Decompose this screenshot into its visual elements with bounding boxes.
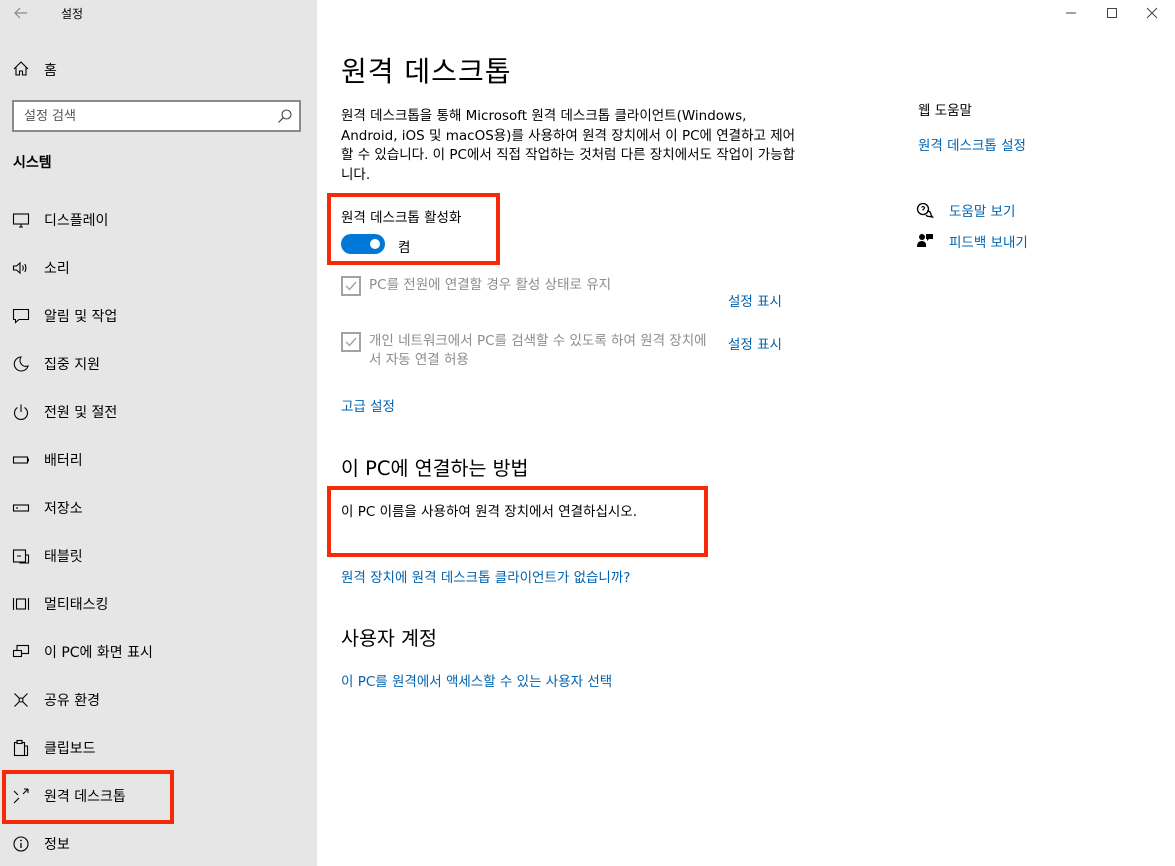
info-icon: [13, 836, 29, 852]
sidebar-item-focus-assist[interactable]: 집중 지원: [0, 344, 317, 384]
power-icon: [13, 404, 29, 421]
search-box[interactable]: [12, 100, 301, 132]
title-bar: 설정: [0, 0, 317, 26]
checkbox-label: PC를 전원에 연결할 경우 활성 상태로 유지: [369, 277, 612, 293]
focus-assist-icon: [13, 356, 29, 372]
sidebar-item-label: 저장소: [44, 501, 83, 517]
sidebar-item-display[interactable]: 디스플레이: [0, 200, 317, 240]
highlight-box-connect: [327, 486, 708, 557]
tablet-icon: [12, 549, 30, 564]
user-accounts-heading: 사용자 계정: [341, 627, 437, 650]
back-button[interactable]: [8, 2, 34, 24]
client-missing-link[interactable]: 원격 장치에 원격 데스크톱 클라이언트가 없습니까?: [341, 566, 630, 586]
back-arrow-icon: [14, 7, 27, 19]
checkmark-icon: [345, 281, 357, 291]
battery-icon: [12, 456, 29, 464]
sidebar-item-label: 멀티태스킹: [44, 597, 109, 613]
storage-icon: [12, 504, 30, 512]
sidebar-item-about[interactable]: 정보: [0, 824, 317, 864]
sidebar-item-power[interactable]: 전원 및 절전: [0, 392, 317, 432]
close-icon: [1146, 7, 1158, 19]
home-icon: [13, 61, 29, 76]
sidebar-item-label: 소리: [44, 261, 70, 277]
maximize-icon: [1107, 8, 1117, 18]
sidebar-item-battery[interactable]: 배터리: [0, 440, 317, 480]
sidebar-item-label: 전원 및 절전: [44, 405, 118, 421]
keep-awake-checkbox[interactable]: [341, 276, 361, 296]
multitasking-icon: [12, 598, 30, 610]
checkbox-label: 개인 네트워크에서 PC를 검색할 수 있도록 하여 원격 장치에서 자동 연결…: [369, 333, 707, 368]
sidebar-item-label: 공유 환경: [44, 693, 100, 709]
web-help-link[interactable]: 원격 데스크톱 설정: [918, 134, 1026, 154]
sidebar-item-label: 이 PC에 화면 표시: [44, 645, 153, 661]
sidebar-item-notifications[interactable]: 알림 및 작업: [0, 296, 317, 336]
show-settings-link-2[interactable]: 설정 표시: [728, 333, 782, 353]
projecting-icon: [12, 644, 30, 658]
search-input[interactable]: [14, 102, 254, 130]
sidebar-item-storage[interactable]: 저장소: [0, 488, 317, 528]
sidebar-item-home[interactable]: 홈: [0, 56, 317, 82]
close-button[interactable]: [1129, 0, 1175, 26]
sidebar-item-clipboard[interactable]: 클립보드: [0, 728, 317, 768]
sidebar-item-label: 정보: [44, 837, 70, 853]
page-title: 원격 데스크톱: [341, 55, 512, 88]
feedback-link[interactable]: 피드백 보내기: [949, 231, 1028, 251]
page-description: 원격 데스크톱을 통해 Microsoft 원격 데스크톱 클라이언트(Wind…: [341, 108, 796, 183]
sound-icon: [12, 261, 27, 275]
notifications-icon: [12, 308, 30, 324]
select-users-link[interactable]: 이 PC를 원격에서 액세스할 수 있는 사용자 선택: [341, 670, 612, 690]
minimize-button[interactable]: [1048, 0, 1094, 26]
sidebar-item-label: 클립보드: [44, 741, 96, 757]
advanced-settings-link[interactable]: 고급 설정: [341, 395, 395, 415]
sidebar-item-label: 알림 및 작업: [44, 309, 118, 325]
sidebar-item-label: 홈: [44, 63, 57, 79]
clipboard-icon: [13, 739, 29, 757]
minimize-icon: [1066, 12, 1076, 14]
sidebar-item-label: 집중 지원: [44, 357, 100, 373]
web-help-title: 웹 도움말: [918, 103, 972, 119]
display-icon: [12, 213, 30, 228]
main-content: 원격 데스크톱 원격 데스크톱을 통해 Microsoft 원격 데스크톱 클라…: [317, 0, 1175, 866]
checkmark-icon: [345, 337, 357, 347]
search-icon[interactable]: [277, 108, 293, 124]
show-settings-link-1[interactable]: 설정 표시: [728, 290, 782, 310]
connect-heading: 이 PC에 연결하는 방법: [341, 457, 529, 480]
sidebar-item-shared-experiences[interactable]: 공유 환경: [0, 680, 317, 720]
highlight-box-remote-desktop-nav: [2, 770, 174, 824]
sidebar-item-label: 태블릿: [44, 549, 83, 565]
sidebar-item-multitasking[interactable]: 멀티태스킹: [0, 584, 317, 624]
highlight-box-toggle: [327, 193, 500, 265]
sidebar-item-label: 배터리: [44, 453, 83, 469]
get-help-link[interactable]: 도움말 보기: [949, 200, 1015, 220]
shared-experiences-icon: [14, 693, 28, 707]
sidebar-item-tablet[interactable]: 태블릿: [0, 536, 317, 576]
sidebar-item-label: 디스플레이: [44, 213, 109, 229]
sidebar: 설정 홈 시스템 디스플레이 소리 알림 및 작업 집중 지원 전원 및 절전 …: [0, 0, 317, 866]
discoverable-checkbox[interactable]: [341, 332, 361, 352]
sidebar-section-title: 시스템: [13, 155, 52, 171]
help-chat-icon: [916, 202, 934, 218]
app-title: 설정: [61, 7, 84, 21]
sidebar-item-sound[interactable]: 소리: [0, 248, 317, 288]
feedback-icon: [917, 234, 933, 247]
sidebar-item-projecting[interactable]: 이 PC에 화면 표시: [0, 632, 317, 672]
